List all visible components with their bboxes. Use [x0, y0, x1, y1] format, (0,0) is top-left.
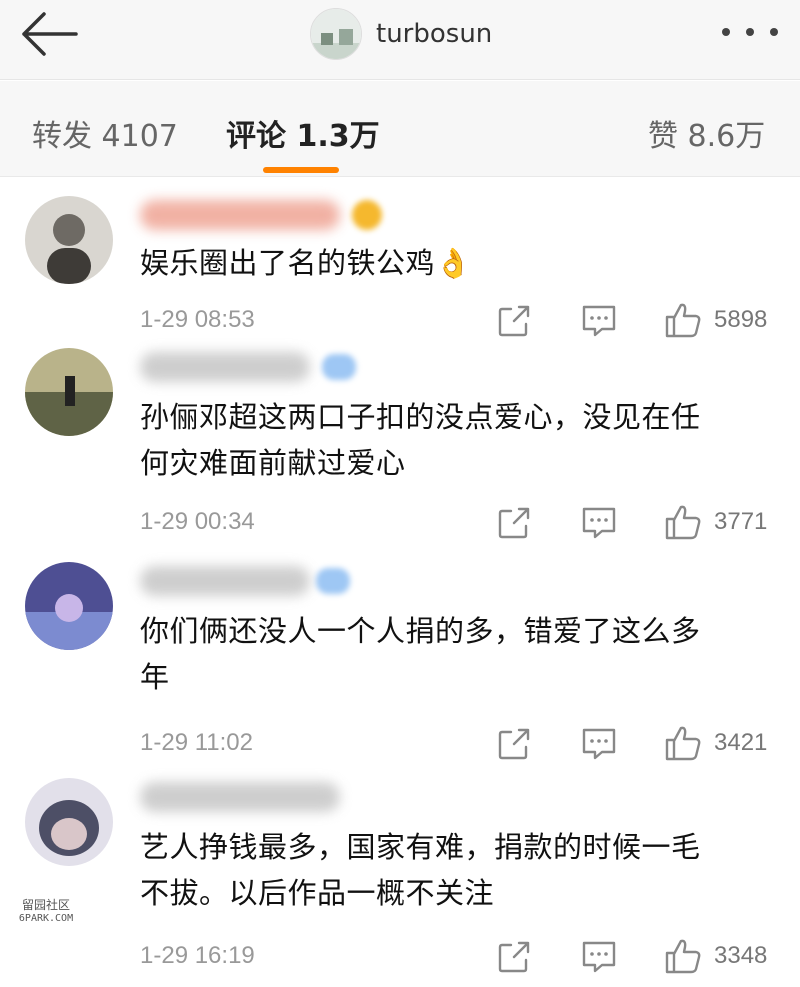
arrow-left-icon — [22, 12, 78, 56]
comment-icon[interactable] — [581, 727, 617, 761]
commenter-avatar[interactable] — [25, 562, 113, 650]
like-count: 3421 — [714, 729, 768, 756]
tab-likes[interactable]: 赞 8.6万 — [648, 111, 765, 155]
more-options-button[interactable] — [722, 20, 778, 44]
thumbs-up-icon[interactable] — [664, 937, 702, 975]
post-tabs: 转发 4107 评论 1.3万 赞 8.6万 — [0, 81, 800, 177]
comment-item: 你们俩还没人一个人捐的多，错爱了这么多 年 1-29 11:02 3421 — [0, 552, 800, 772]
commenter-avatar[interactable] — [25, 778, 113, 866]
back-button[interactable] — [18, 10, 80, 58]
member-badge — [352, 200, 382, 230]
thumbs-up-icon[interactable] — [664, 503, 702, 541]
comment-item: 娱乐圈出了名的铁公鸡👌 1-29 08:53 5898 — [0, 178, 800, 340]
top-bar: turbosun — [0, 0, 800, 80]
site-watermark: 留园社区 6PARK.COM — [18, 898, 74, 924]
comment-item: 孙俪邓超这两口子扣的没点爱心，没见在任 何灾难面前献过爱心 1-29 00:34… — [0, 340, 800, 552]
commenter-name-blurred[interactable] — [140, 200, 340, 230]
share-icon[interactable] — [497, 506, 531, 540]
share-icon[interactable] — [497, 304, 531, 338]
comment-text: 艺人挣钱最多，国家有难，捐款的时候一毛 不拔。以后作品一概不关注 — [140, 830, 701, 910]
comment-icon[interactable] — [581, 304, 617, 338]
verified-badge — [322, 354, 356, 380]
author-username: turbosun — [376, 19, 493, 49]
commenter-name-blurred[interactable] — [140, 566, 310, 596]
share-icon[interactable] — [497, 940, 531, 974]
post-author[interactable]: turbosun — [310, 8, 492, 60]
more-dots-icon — [722, 28, 730, 36]
like-count: 5898 — [714, 306, 768, 333]
tab-reposts[interactable]: 转发 4107 — [32, 111, 178, 155]
comment-icon[interactable] — [581, 506, 617, 540]
share-icon[interactable] — [497, 727, 531, 761]
comment-time: 1-29 16:19 — [140, 942, 255, 969]
like-count: 3771 — [714, 508, 768, 535]
active-tab-indicator — [263, 167, 339, 173]
thumbs-up-icon[interactable] — [664, 724, 702, 762]
commenter-name-blurred[interactable] — [140, 782, 340, 812]
comment-text: 娱乐圈出了名的铁公鸡👌 — [140, 246, 472, 280]
thumbs-up-icon[interactable] — [664, 301, 702, 339]
comment-text: 你们俩还没人一个人捐的多，错爱了这么多 年 — [140, 614, 701, 694]
like-count: 3348 — [714, 942, 768, 969]
comment-icon[interactable] — [581, 940, 617, 974]
commenter-name-blurred[interactable] — [140, 352, 310, 382]
comment-time: 1-29 08:53 — [140, 306, 255, 333]
commenter-avatar[interactable] — [25, 348, 113, 436]
comment-time: 1-29 11:02 — [140, 729, 253, 756]
comment-text: 孙俪邓超这两口子扣的没点爱心，没见在任 何灾难面前献过爱心 — [140, 400, 701, 480]
comment-time: 1-29 00:34 — [140, 508, 255, 535]
commenter-avatar[interactable] — [25, 196, 113, 284]
tab-comments[interactable]: 评论 1.3万 — [226, 111, 380, 155]
comment-item: 艺人挣钱最多，国家有难，捐款的时候一毛 不拔。以后作品一概不关注 1-29 16… — [0, 772, 800, 987]
verified-badge — [316, 568, 350, 594]
author-avatar[interactable] — [310, 8, 362, 60]
